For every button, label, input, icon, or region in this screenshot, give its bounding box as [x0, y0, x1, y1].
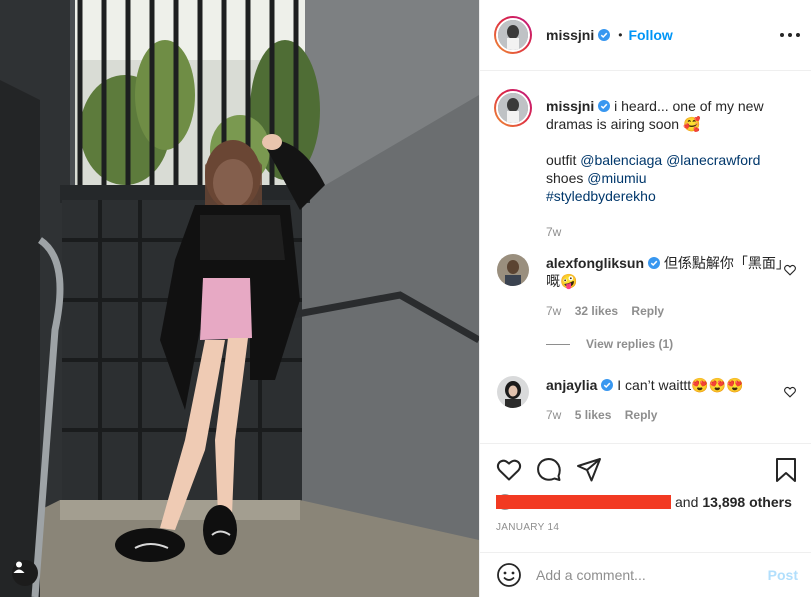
action-icons: [496, 457, 616, 483]
caption-body: missjni i heard... one of my new dramas …: [546, 89, 796, 241]
comment-composer: Post: [480, 552, 811, 597]
caption-avatar[interactable]: [494, 89, 532, 127]
more-options-icon[interactable]: [780, 26, 800, 44]
comment-avatar-image: [497, 254, 529, 286]
mention-balenciaga[interactable]: @balenciaga: [580, 152, 662, 168]
redacted-liker-name: [496, 495, 671, 509]
verified-badge-icon: [648, 257, 661, 269]
mention-lanecrawford[interactable]: @lanecrawford: [666, 152, 760, 168]
post-side-panel: missjni • Follow missjni i heard... one …: [479, 0, 811, 597]
post-header: missjni • Follow: [480, 0, 811, 71]
comments-list[interactable]: missjni i heard... one of my new dramas …: [480, 71, 811, 443]
comment-avatar[interactable]: [497, 254, 529, 286]
follow-button[interactable]: Follow: [628, 27, 672, 43]
comment-input[interactable]: [536, 567, 768, 583]
comment-username[interactable]: alexfongliksun: [546, 255, 644, 271]
hashtag-link[interactable]: #styledbyderekho: [546, 188, 656, 204]
comment-username[interactable]: anjaylia: [546, 377, 597, 393]
mention-miumiu[interactable]: @miumiu: [587, 170, 646, 186]
share-icon[interactable]: [576, 457, 602, 483]
user-tag-icon: [13, 561, 25, 573]
comment-likes[interactable]: 32 likes: [575, 304, 618, 318]
post-photo[interactable]: [0, 0, 479, 597]
post-actions: and 13,898 others JANUARY 14: [480, 443, 811, 552]
post-caption: missjni i heard... one of my new dramas …: [494, 89, 804, 241]
verified-badge-icon: [598, 29, 611, 41]
comment-avatar[interactable]: [497, 376, 529, 408]
header-username[interactable]: missjni: [546, 27, 594, 43]
likes-and-label: and: [675, 494, 699, 510]
reply-button[interactable]: Reply: [631, 304, 664, 318]
comment-text: I can’t waittt😍😍😍: [617, 377, 744, 393]
user-tag-button[interactable]: [12, 560, 38, 586]
outfit-label: outfit: [546, 152, 577, 168]
comment-body: alexfongliksun 但係點解你「黑面」嘅🤪 7w 32 likes R…: [546, 254, 784, 320]
comment-like-heart-icon[interactable]: [784, 264, 796, 276]
caption-time[interactable]: 7w: [546, 225, 561, 239]
author-avatar[interactable]: [494, 16, 532, 54]
comment-item: anjaylia I can’t waittt😍😍😍 7w 5 likes Re…: [494, 376, 804, 424]
header-separator: •: [618, 28, 623, 42]
comment-item: alexfongliksun 但係點解你「黑面」嘅🤪 7w 32 likes R…: [494, 254, 804, 320]
replies-divider: [546, 343, 570, 345]
comment-like-heart-icon[interactable]: [784, 386, 796, 398]
likes-count[interactable]: 13,898 others: [702, 494, 792, 510]
verified-badge-icon: [598, 100, 611, 112]
post-comment-button[interactable]: Post: [768, 567, 798, 583]
verified-badge-icon: [601, 379, 614, 391]
comment-icon[interactable]: [536, 457, 562, 483]
comment-likes[interactable]: 5 likes: [575, 408, 612, 422]
comment-avatar-image: [497, 376, 529, 408]
comment-body: anjaylia I can’t waittt😍😍😍 7w 5 likes Re…: [546, 376, 784, 424]
emoji-icon[interactable]: [496, 562, 522, 588]
author-avatar-image: [498, 20, 528, 50]
view-replies-label: View replies (1): [586, 337, 674, 351]
photo-illustration: [0, 0, 479, 597]
caption-username[interactable]: missjni: [546, 98, 594, 114]
bookmark-icon[interactable]: [774, 457, 798, 483]
likes-summary[interactable]: and 13,898 others: [496, 493, 792, 511]
view-replies-button[interactable]: View replies (1): [546, 337, 673, 351]
shoes-label: shoes: [546, 170, 584, 186]
comment-time[interactable]: 7w: [546, 304, 561, 318]
instagram-post: missjni • Follow missjni i heard... one …: [0, 0, 811, 597]
reply-button[interactable]: Reply: [625, 408, 658, 422]
header-user: missjni • Follow: [546, 27, 673, 43]
caption-avatar-image: [498, 93, 528, 123]
comment-time[interactable]: 7w: [546, 408, 561, 422]
post-date[interactable]: JANUARY 14: [496, 522, 559, 533]
heart-icon[interactable]: [496, 457, 522, 483]
